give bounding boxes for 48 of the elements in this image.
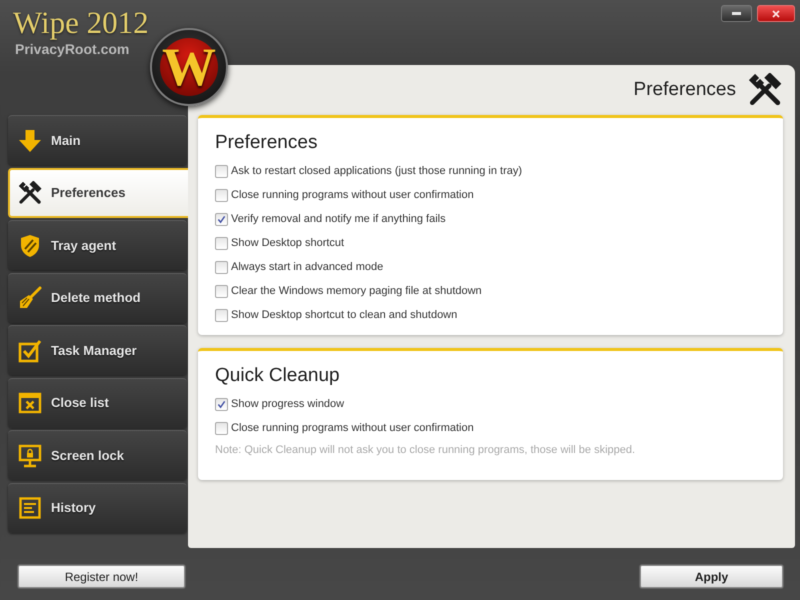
option-label: Always start in advanced mode xyxy=(231,260,384,275)
logo-letter: W xyxy=(162,40,216,94)
option-label: Close running programs without user confirmation xyxy=(231,188,474,203)
monitor-lock-icon xyxy=(18,444,42,468)
checkbox[interactable] xyxy=(215,188,228,202)
option-label: Close running programs without user confirmation xyxy=(231,420,474,436)
arrow-down-icon xyxy=(18,128,42,152)
minimize-button[interactable] xyxy=(721,5,752,22)
sidebar-item[interactable]: Close list xyxy=(8,378,187,428)
checked-box-icon xyxy=(18,338,42,362)
option-label: Verify removal and notify me if anything fails xyxy=(231,212,446,227)
checkbox[interactable] xyxy=(215,308,228,322)
checkbox[interactable] xyxy=(215,164,228,178)
app-title: Wipe 2012 xyxy=(13,6,149,40)
sidebar-item[interactable]: Delete method xyxy=(8,272,187,322)
app-subtitle: PrivacyRoot.com xyxy=(15,41,130,57)
note-text: Note: Quick Cleanup will not ask you to close running programs, those will be skipped. xyxy=(215,442,636,458)
window-x-icon xyxy=(18,391,42,415)
page-title: Preferences xyxy=(634,78,736,102)
shield-icon xyxy=(18,234,42,258)
sidebar-item[interactable]: Task Manager xyxy=(8,325,187,375)
option-label: Show Desktop shortcut xyxy=(231,236,344,251)
section-title: Preferences xyxy=(215,131,318,155)
broom-icon xyxy=(18,286,42,310)
checkbox[interactable] xyxy=(215,236,228,250)
option-label: Clear the Windows memory paging file at shutdown xyxy=(231,284,482,299)
close-button[interactable] xyxy=(757,5,795,22)
minimize-icon xyxy=(732,12,741,15)
checkbox[interactable] xyxy=(215,398,228,410)
checkbox[interactable] xyxy=(215,260,228,274)
option-label: Ask to restart closed applications (just those running in tray) xyxy=(231,164,522,179)
document-lines-icon xyxy=(18,496,42,520)
footer-button[interactable]: Register now! xyxy=(18,565,185,588)
checkbox[interactable] xyxy=(215,422,228,434)
hammer-wrench-icon xyxy=(748,73,782,107)
sidebar-item[interactable]: Tray agent xyxy=(8,220,187,270)
sidebar-item[interactable]: Preferences xyxy=(8,168,188,218)
sidebar-item[interactable]: History xyxy=(8,482,187,532)
sidebar-item[interactable]: Main xyxy=(8,115,187,165)
close-icon xyxy=(772,10,780,18)
checkbox[interactable] xyxy=(215,212,228,226)
checkbox[interactable] xyxy=(215,284,228,298)
footer-button[interactable]: Apply xyxy=(640,565,783,588)
option-label: Show progress window xyxy=(231,396,344,412)
section-title: Quick Cleanup xyxy=(215,364,340,388)
sidebar-item[interactable]: Screen lock xyxy=(8,430,187,480)
option-label: Show Desktop shortcut to clean and shutdown xyxy=(231,308,458,323)
hammer-wrench-icon xyxy=(18,180,42,204)
